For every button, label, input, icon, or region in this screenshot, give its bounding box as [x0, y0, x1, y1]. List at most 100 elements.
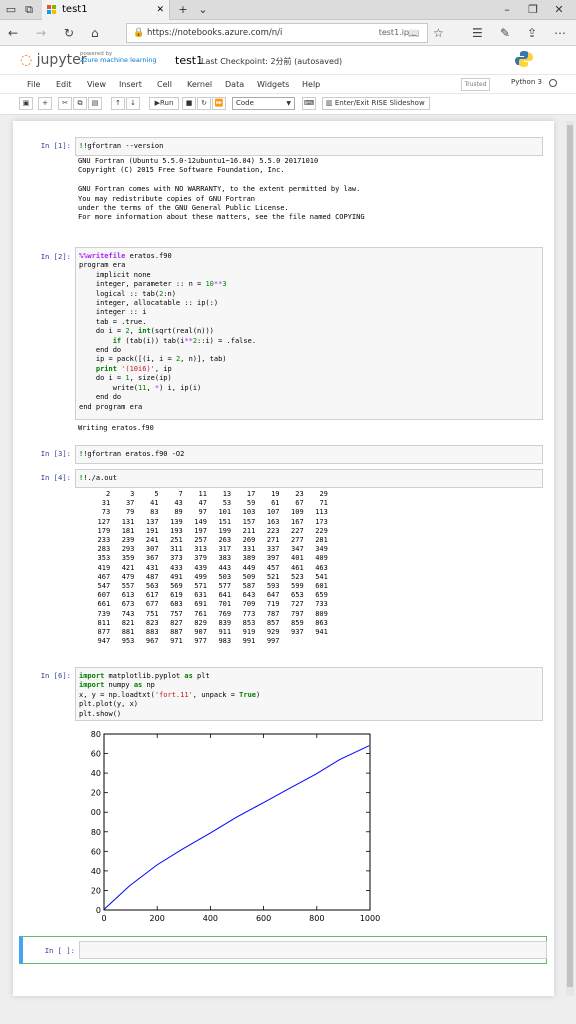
refresh-icon[interactable]: ↻ [64, 26, 74, 40]
url-field[interactable]: 🔒 https://notebooks.azure.com/n/i test1.… [126, 23, 428, 43]
interrupt-icon[interactable]: ■ [182, 97, 196, 110]
prime-value: 811 [97, 618, 111, 627]
prime-value: 311 [170, 545, 183, 554]
prime-value: 577 [218, 582, 232, 591]
share-icon[interactable]: ⇪ [527, 26, 537, 40]
primes-row: 877 881 883 887 907 911 919 929 937 941 [86, 628, 328, 637]
command-palette-icon[interactable]: ⌨ [302, 97, 316, 110]
restore-icon[interactable]: ❐ [526, 3, 540, 17]
home-icon[interactable]: ⌂ [91, 26, 99, 40]
tab-actions-icon[interactable]: ▭ [4, 3, 18, 17]
prime-value: 751 [145, 609, 159, 618]
selected-empty-cell[interactable]: In [ ]: [19, 936, 547, 964]
rise-slideshow-button[interactable]: ▥ Enter/Exit RISE Slideshow [322, 97, 430, 110]
prime-value: 673 [121, 600, 135, 609]
reading-view-icon[interactable]: 📖 [408, 27, 419, 41]
line-chart: 0 200 400 600 800 1000 0 20 40 60 80 100 120 140 160 18… [90, 730, 380, 923]
move-up-icon[interactable]: ↑ [111, 97, 125, 110]
prime-value: 17 [246, 490, 256, 498]
code-cell-input[interactable]: !!gfortran --version [75, 137, 543, 156]
menu-widgets[interactable]: Widgets [257, 80, 289, 89]
prime-value: 5 [154, 490, 159, 498]
prime-value: 647 [266, 591, 280, 600]
y-tick-label: 20 [91, 886, 101, 895]
code-cell-input[interactable]: %%writefile eratos.f90 program era impli… [75, 247, 543, 420]
minimize-icon[interactable]: – [500, 3, 514, 17]
set-aside-tabs-icon[interactable]: ⧉ [22, 3, 36, 17]
tab-list-chevron-icon[interactable]: ⌄ [196, 3, 210, 17]
prime-value: 937 [291, 628, 304, 637]
empty-code-input[interactable] [79, 941, 547, 959]
cell-prompt: In [6]: [40, 671, 71, 680]
prime-value: 283 [97, 545, 111, 554]
cell-output: GNU Fortran (Ubuntu 5.5.0-12ubuntu1~16.0… [78, 157, 365, 222]
notebook-name[interactable]: test1 [175, 54, 203, 67]
scrollbar-thumb[interactable] [567, 125, 573, 987]
run-button[interactable]: ▶Run [149, 97, 179, 110]
prime-value: 569 [170, 582, 183, 591]
save-icon[interactable]: ▣ [19, 97, 33, 110]
pen-notes-icon[interactable]: ✎ [500, 26, 510, 40]
prime-value: 379 [194, 554, 207, 563]
paste-icon[interactable]: ▤ [88, 97, 102, 110]
more-icon[interactable]: ⋯ [554, 26, 566, 40]
code-cell-input[interactable]: !!gfortran eratos.f90 -O2 [75, 445, 543, 464]
favorites-hub-icon[interactable]: ☰ [472, 26, 483, 40]
menu-kernel[interactable]: Kernel [187, 80, 212, 89]
menu-data[interactable]: Data [225, 80, 244, 89]
forward-icon[interactable]: → [36, 26, 46, 40]
menu-view[interactable]: View [87, 80, 106, 89]
prime-value: 821 [121, 618, 135, 627]
restart-icon[interactable]: ↻ [197, 97, 211, 110]
jupyter-logo[interactable]: ◌ jupyter [20, 52, 86, 68]
prime-value: 571 [194, 582, 207, 591]
new-tab-icon[interactable]: + [176, 3, 190, 17]
prime-value: 827 [170, 618, 183, 627]
cut-icon[interactable]: ✂ [58, 97, 72, 110]
prime-value: 983 [218, 637, 232, 646]
menu-edit[interactable]: Edit [56, 80, 72, 89]
prime-value: 23 [295, 490, 304, 498]
menu-cell[interactable]: Cell [157, 80, 172, 89]
prime-value: 419 [97, 563, 111, 572]
prime-value: 911 [218, 628, 232, 637]
menu-help[interactable]: Help [302, 80, 320, 89]
y-tick-label: 100 [90, 808, 101, 817]
prime-value: 11 [198, 490, 207, 498]
primes-row: 179 181 191 193 197 199 211 223 227 229 [86, 527, 328, 536]
close-tab-icon[interactable]: ✕ [156, 0, 164, 20]
prime-value: 661 [97, 600, 111, 609]
code-text: !./a.out [83, 474, 117, 482]
code-cell-input[interactable]: !!./a.out [75, 469, 543, 488]
cell-type-select[interactable]: Code ▼ [232, 97, 295, 110]
primes-row: 419 421 431 433 439 443 449 457 461 463 [86, 564, 328, 573]
prime-value: 557 [121, 582, 135, 591]
prime-value: 101 [218, 508, 232, 517]
prime-value: 103 [242, 508, 256, 517]
close-window-icon[interactable]: ✕ [552, 3, 566, 17]
prime-value: 53 [222, 499, 232, 508]
copy-icon[interactable]: ⧉ [73, 97, 87, 110]
insert-cell-icon[interactable]: + [38, 97, 52, 110]
prime-value: 953 [121, 637, 135, 646]
prime-value: 653 [291, 591, 304, 600]
menu-file[interactable]: File [27, 80, 40, 89]
code-cell-input[interactable]: import matplotlib.pyplot as plt import n… [75, 667, 543, 721]
rise-label: Enter/Exit RISE Slideshow [334, 99, 425, 107]
favorite-star-icon[interactable]: ☆ [433, 26, 444, 40]
x-tick-label: 800 [309, 914, 324, 923]
prime-value: 349 [315, 545, 328, 554]
prime-value: 191 [145, 526, 159, 535]
tab-test1[interactable]: test1 ✕ [42, 0, 170, 20]
prime-value: 439 [194, 563, 207, 572]
prime-value: 907 [194, 628, 207, 637]
prime-value: 683 [170, 600, 183, 609]
prime-value: 701 [218, 600, 232, 609]
restart-run-all-icon[interactable]: ⏩ [212, 97, 226, 110]
move-down-icon[interactable]: ↓ [126, 97, 140, 110]
menu-insert[interactable]: Insert [119, 80, 142, 89]
cell-type-value: Code [236, 99, 254, 107]
trusted-badge[interactable]: Trusted [461, 78, 490, 91]
back-icon[interactable]: ← [8, 26, 18, 40]
prime-value: 509 [242, 572, 256, 581]
